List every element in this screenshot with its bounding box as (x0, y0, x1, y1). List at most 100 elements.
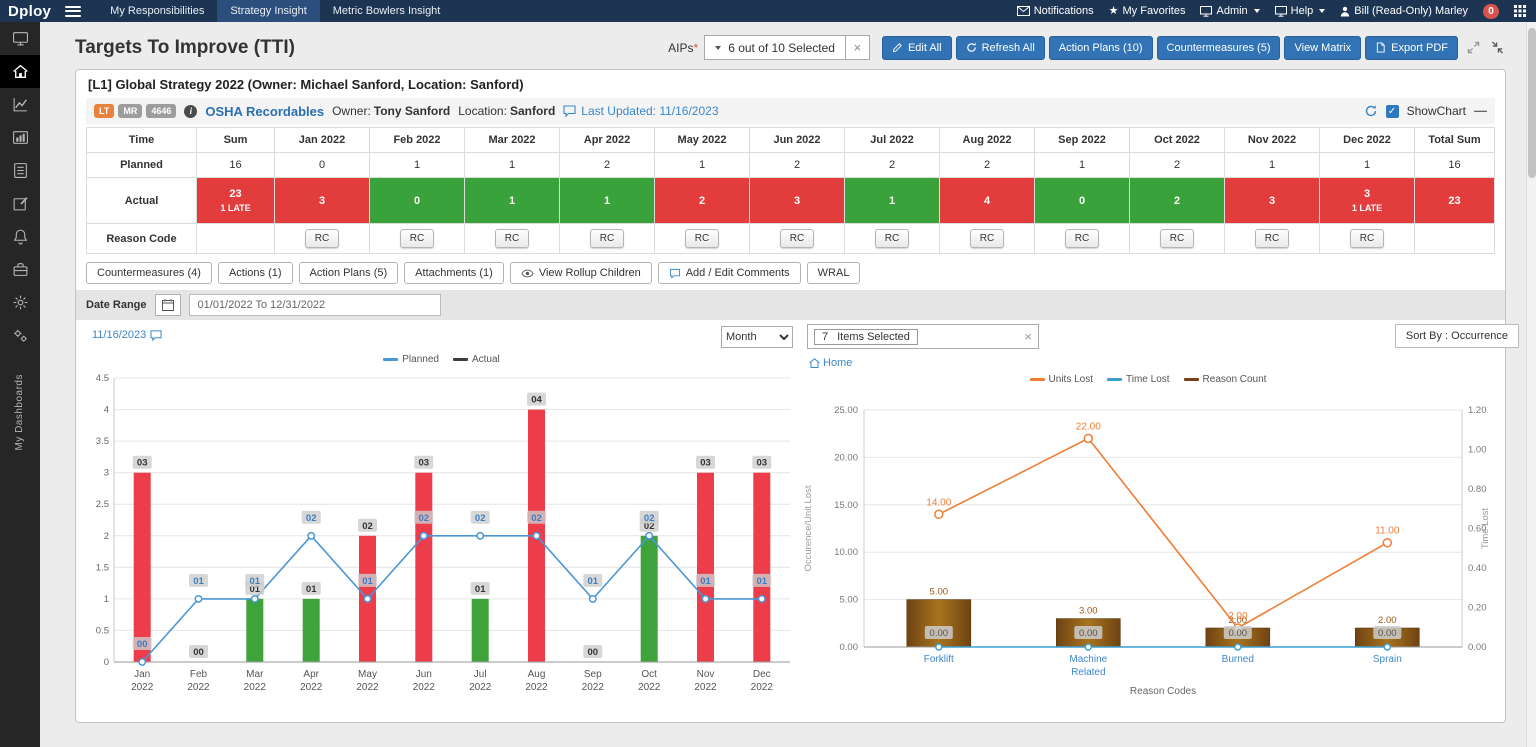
actual-cell[interactable]: 3 (750, 178, 845, 224)
show-chart-checkbox[interactable]: ✓ (1386, 105, 1399, 118)
home-link[interactable]: Home (809, 357, 852, 369)
reason-code-button[interactable]: RC (780, 229, 814, 248)
planned-cell: 1 (1035, 153, 1130, 178)
nav-tab-metric-bowlers-insight[interactable]: Metric Bowlers Insight (320, 0, 454, 22)
notification-count-badge[interactable]: 0 (1483, 4, 1499, 19)
actual-cell[interactable]: 231 LATE (197, 178, 275, 224)
refresh-all-button[interactable]: Refresh All (956, 36, 1045, 60)
svg-text:Burned: Burned (1222, 654, 1254, 665)
sidebar-item-toolbox[interactable] (0, 253, 40, 286)
pdf-icon (1375, 42, 1386, 53)
actual-cell[interactable]: 31 LATE (1320, 178, 1415, 224)
actual-cell[interactable]: 0 (370, 178, 465, 224)
tti-trend-chart: 00.511.522.533.544.5Jan2022Feb2022Mar202… (84, 368, 796, 700)
clear-selection-icon[interactable]: × (1024, 329, 1032, 344)
reason-code-button[interactable]: RC (1255, 229, 1289, 248)
actual-cell[interactable]: 1 (845, 178, 940, 224)
sidebar-item-line-chart[interactable] (0, 88, 40, 121)
actual-cell[interactable]: 0 (1035, 178, 1130, 224)
planned-cell: 2 (560, 153, 655, 178)
refresh-icon[interactable] (1364, 104, 1378, 118)
expand-all-icon[interactable] (1465, 39, 1482, 56)
legend-swatch (1030, 378, 1045, 381)
home-icon (12, 63, 29, 80)
edit-all-button[interactable]: Edit All (882, 36, 952, 60)
actual-cell[interactable]: 1 (560, 178, 655, 224)
actual-cell[interactable]: 1 (465, 178, 560, 224)
nav-tab-strategy-insight[interactable]: Strategy Insight (217, 0, 319, 22)
rc-cell: RC (845, 224, 940, 254)
reason-code-button[interactable]: RC (1065, 229, 1099, 248)
svg-text:01: 01 (250, 576, 261, 587)
countermeasures-5-button[interactable]: Countermeasures (5) (1157, 36, 1281, 60)
collapse-all-icon[interactable] (1489, 39, 1506, 56)
svg-text:Sep: Sep (584, 669, 602, 680)
action-plans-10-button[interactable]: Action Plans (10) (1049, 36, 1153, 60)
help-menu[interactable]: Help (1275, 5, 1326, 17)
chart-date-link[interactable]: 11/16/2023 (92, 329, 162, 341)
sidebar-item-services[interactable] (0, 319, 40, 352)
aips-clear-button[interactable]: × (846, 35, 870, 60)
admin-menu[interactable]: Admin (1200, 5, 1259, 17)
sidebar-item-alerts[interactable] (0, 220, 40, 253)
actual-cell[interactable]: 2 (1130, 178, 1225, 224)
app-grid-icon[interactable] (1514, 5, 1526, 17)
attachments-1-button[interactable]: Attachments (1) (404, 262, 504, 284)
svg-text:15.00: 15.00 (834, 500, 858, 511)
svg-text:3.5: 3.5 (96, 436, 109, 447)
actual-cell[interactable]: 3 (1225, 178, 1320, 224)
svg-text:Machine: Machine (1069, 654, 1107, 665)
date-range-input[interactable] (189, 294, 441, 316)
reason-code-button[interactable]: RC (875, 229, 909, 248)
reason-code-button[interactable]: RC (1160, 229, 1194, 248)
favorites-link[interactable]: ★ My Favorites (1109, 5, 1186, 17)
action-plans-5-button[interactable]: Action Plans (5) (299, 262, 399, 284)
sidebar-item-dashboard-monitor[interactable] (0, 22, 40, 55)
metric-name-link[interactable]: OSHA Recordables (205, 104, 324, 119)
reason-code-button[interactable]: RC (590, 229, 624, 248)
info-icon[interactable]: i (184, 105, 197, 118)
add-edit-comments-button[interactable]: Add / Edit Comments (658, 262, 801, 284)
sidebar-item-home[interactable] (0, 55, 40, 88)
aips-dropdown[interactable]: 6 out of 10 Selected (704, 35, 846, 60)
interval-select[interactable]: Month (721, 326, 793, 348)
legend-swatch (383, 358, 398, 361)
view-rollup-children-button[interactable]: View Rollup Children (510, 262, 652, 284)
svg-text:Apr: Apr (303, 669, 319, 680)
actions-1-button[interactable]: Actions (1) (218, 262, 293, 284)
sort-by-dropdown[interactable]: Sort By : Occurrence (1395, 324, 1519, 348)
sidebar-item-list[interactable] (0, 154, 40, 187)
actual-cell[interactable]: 23 (1415, 178, 1495, 224)
reason-code-button[interactable]: RC (685, 229, 719, 248)
col-may-2022: May 2022 (655, 128, 750, 153)
reason-items-dropdown[interactable]: 7 Items Selected × (807, 324, 1039, 349)
calendar-button[interactable] (155, 294, 181, 316)
svg-text:03: 03 (700, 458, 711, 469)
actual-cell[interactable]: 2 (655, 178, 750, 224)
view-matrix-button[interactable]: View Matrix (1284, 36, 1361, 60)
export-pdf-button[interactable]: Export PDF (1365, 36, 1458, 60)
notifications-link[interactable]: Notifications (1017, 5, 1094, 17)
reason-code-button[interactable]: RC (305, 229, 339, 248)
last-updated-link[interactable]: Last Updated: 11/16/2023 (563, 104, 718, 118)
reason-code-button[interactable]: RC (1350, 229, 1384, 248)
actual-cell[interactable]: 3 (275, 178, 370, 224)
sidebar-item-report-chart[interactable] (0, 121, 40, 154)
vertical-scrollbar[interactable] (1526, 22, 1536, 747)
actual-cell[interactable]: 4 (940, 178, 1035, 224)
planned-cell: 1 (465, 153, 560, 178)
collapse-panel-icon[interactable]: — (1474, 106, 1487, 116)
nav-tab-my-responsibilities[interactable]: My Responsibilities (97, 0, 217, 22)
reason-code-button[interactable]: RC (495, 229, 529, 248)
user-menu[interactable]: Bill (Read-Only) Marley (1340, 5, 1468, 17)
countermeasures-4-button[interactable]: Countermeasures (4) (86, 262, 212, 284)
reason-code-button[interactable]: RC (970, 229, 1004, 248)
sidebar-item-edit[interactable] (0, 187, 40, 220)
reason-code-button[interactable]: RC (400, 229, 434, 248)
sidebar-item-settings[interactable] (0, 286, 40, 319)
planned-cell: 16 (1415, 153, 1495, 178)
app-logo[interactable]: Dploy (0, 3, 59, 20)
wral-button[interactable]: WRAL (807, 262, 861, 284)
scrollbar-thumb[interactable] (1528, 28, 1536, 178)
menu-toggle-icon[interactable] (65, 6, 81, 17)
